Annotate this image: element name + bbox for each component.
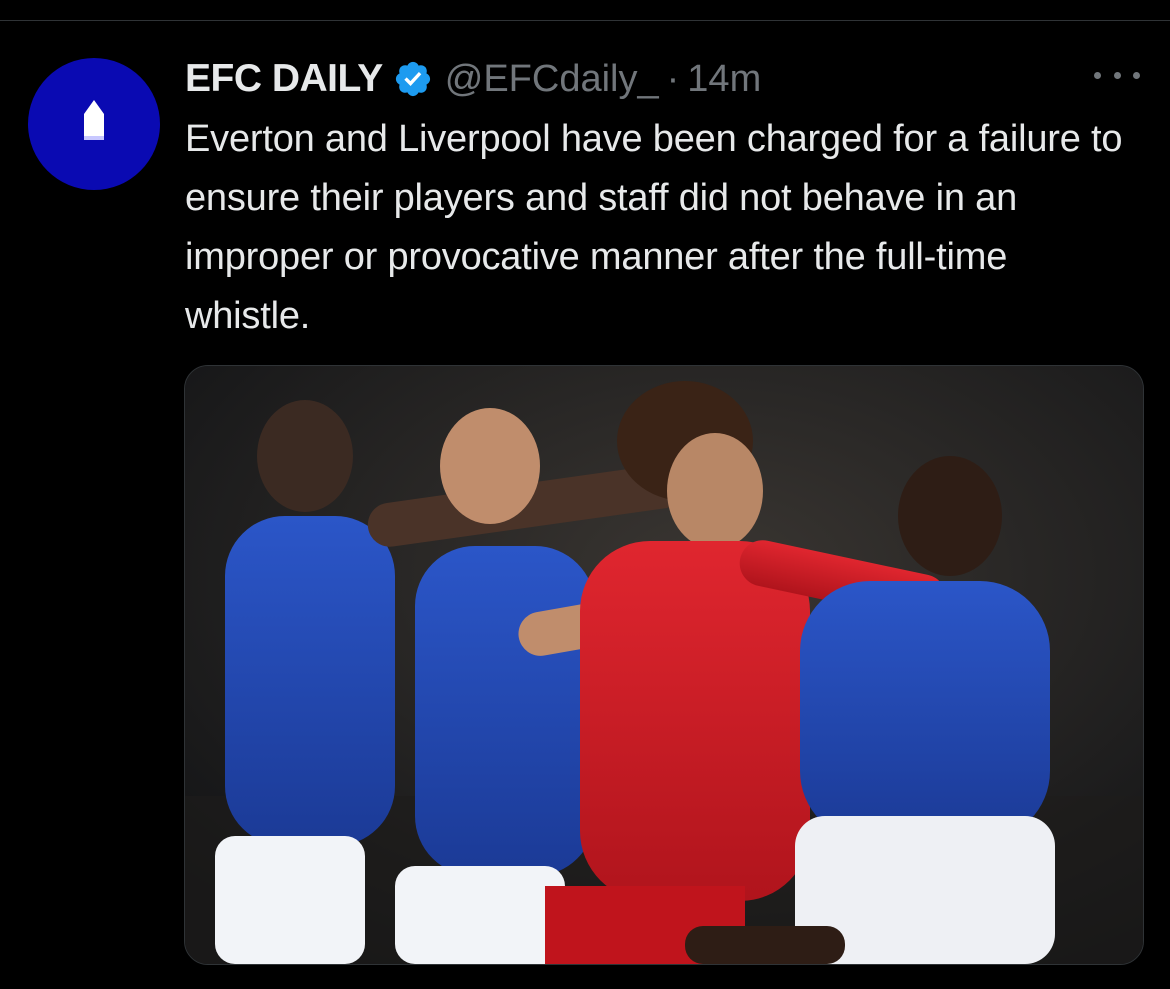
timestamp[interactable]: 14m	[687, 58, 761, 101]
tweet-photo[interactable]	[184, 365, 1144, 965]
separator-dot: ·	[666, 57, 680, 100]
top-divider	[0, 20, 1170, 21]
verified-badge-icon[interactable]	[393, 59, 433, 99]
tweet-header: EFC DAILY @EFCdaily_ · 14m	[185, 54, 761, 104]
tweet-text: Everton and Liverpool have been charged …	[185, 118, 1123, 337]
photo-illustration	[185, 366, 1143, 964]
more-options-icon[interactable]	[1094, 62, 1140, 88]
display-name[interactable]: EFC DAILY	[185, 57, 383, 101]
tower-logo-icon	[84, 100, 104, 140]
avatar[interactable]	[28, 58, 160, 190]
author-handle[interactable]: @EFCdaily_	[445, 58, 659, 101]
